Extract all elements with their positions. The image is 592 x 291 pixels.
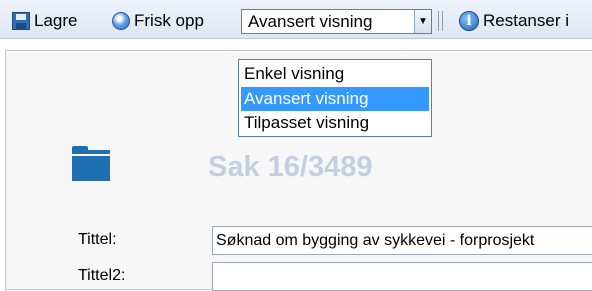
toolbar: Lagre Frisk opp Avansert visning ▼ i Res… [0, 0, 592, 39]
restances-label: Restanser i [483, 11, 569, 30]
save-icon [12, 12, 30, 30]
restances-button[interactable]: i Restanser i [459, 9, 569, 33]
toolbar-separator [442, 11, 443, 31]
chevron-down-icon[interactable]: ▼ [414, 10, 431, 33]
title-label: Tittel: [78, 231, 117, 248]
view-dropdown-list: Enkel visning Avansert visning Tilpasset… [238, 59, 432, 137]
toolbar-separator [438, 11, 439, 31]
view-select[interactable]: Avansert visning ▼ [241, 9, 432, 34]
dropdown-option-simple[interactable]: Enkel visning [241, 62, 429, 86]
refresh-icon [112, 12, 130, 30]
info-icon: i [459, 11, 479, 31]
save-button[interactable]: Lagre [12, 9, 77, 33]
dropdown-option-advanced[interactable]: Avansert visning [241, 87, 429, 111]
view-select-value: Avansert visning [248, 12, 373, 31]
case-title: Sak 16/3489 [208, 151, 373, 183]
refresh-label: Frisk opp [134, 11, 204, 30]
title2-field[interactable] [212, 262, 592, 291]
refresh-button[interactable]: Frisk opp [112, 9, 204, 33]
dropdown-option-custom[interactable]: Tilpasset visning [241, 111, 429, 135]
title2-label: Tittel2: [78, 267, 126, 284]
save-label: Lagre [34, 11, 78, 30]
folder-icon [72, 146, 110, 181]
title-field[interactable]: Søknad om bygging av sykkevei - forprosj… [212, 226, 592, 255]
